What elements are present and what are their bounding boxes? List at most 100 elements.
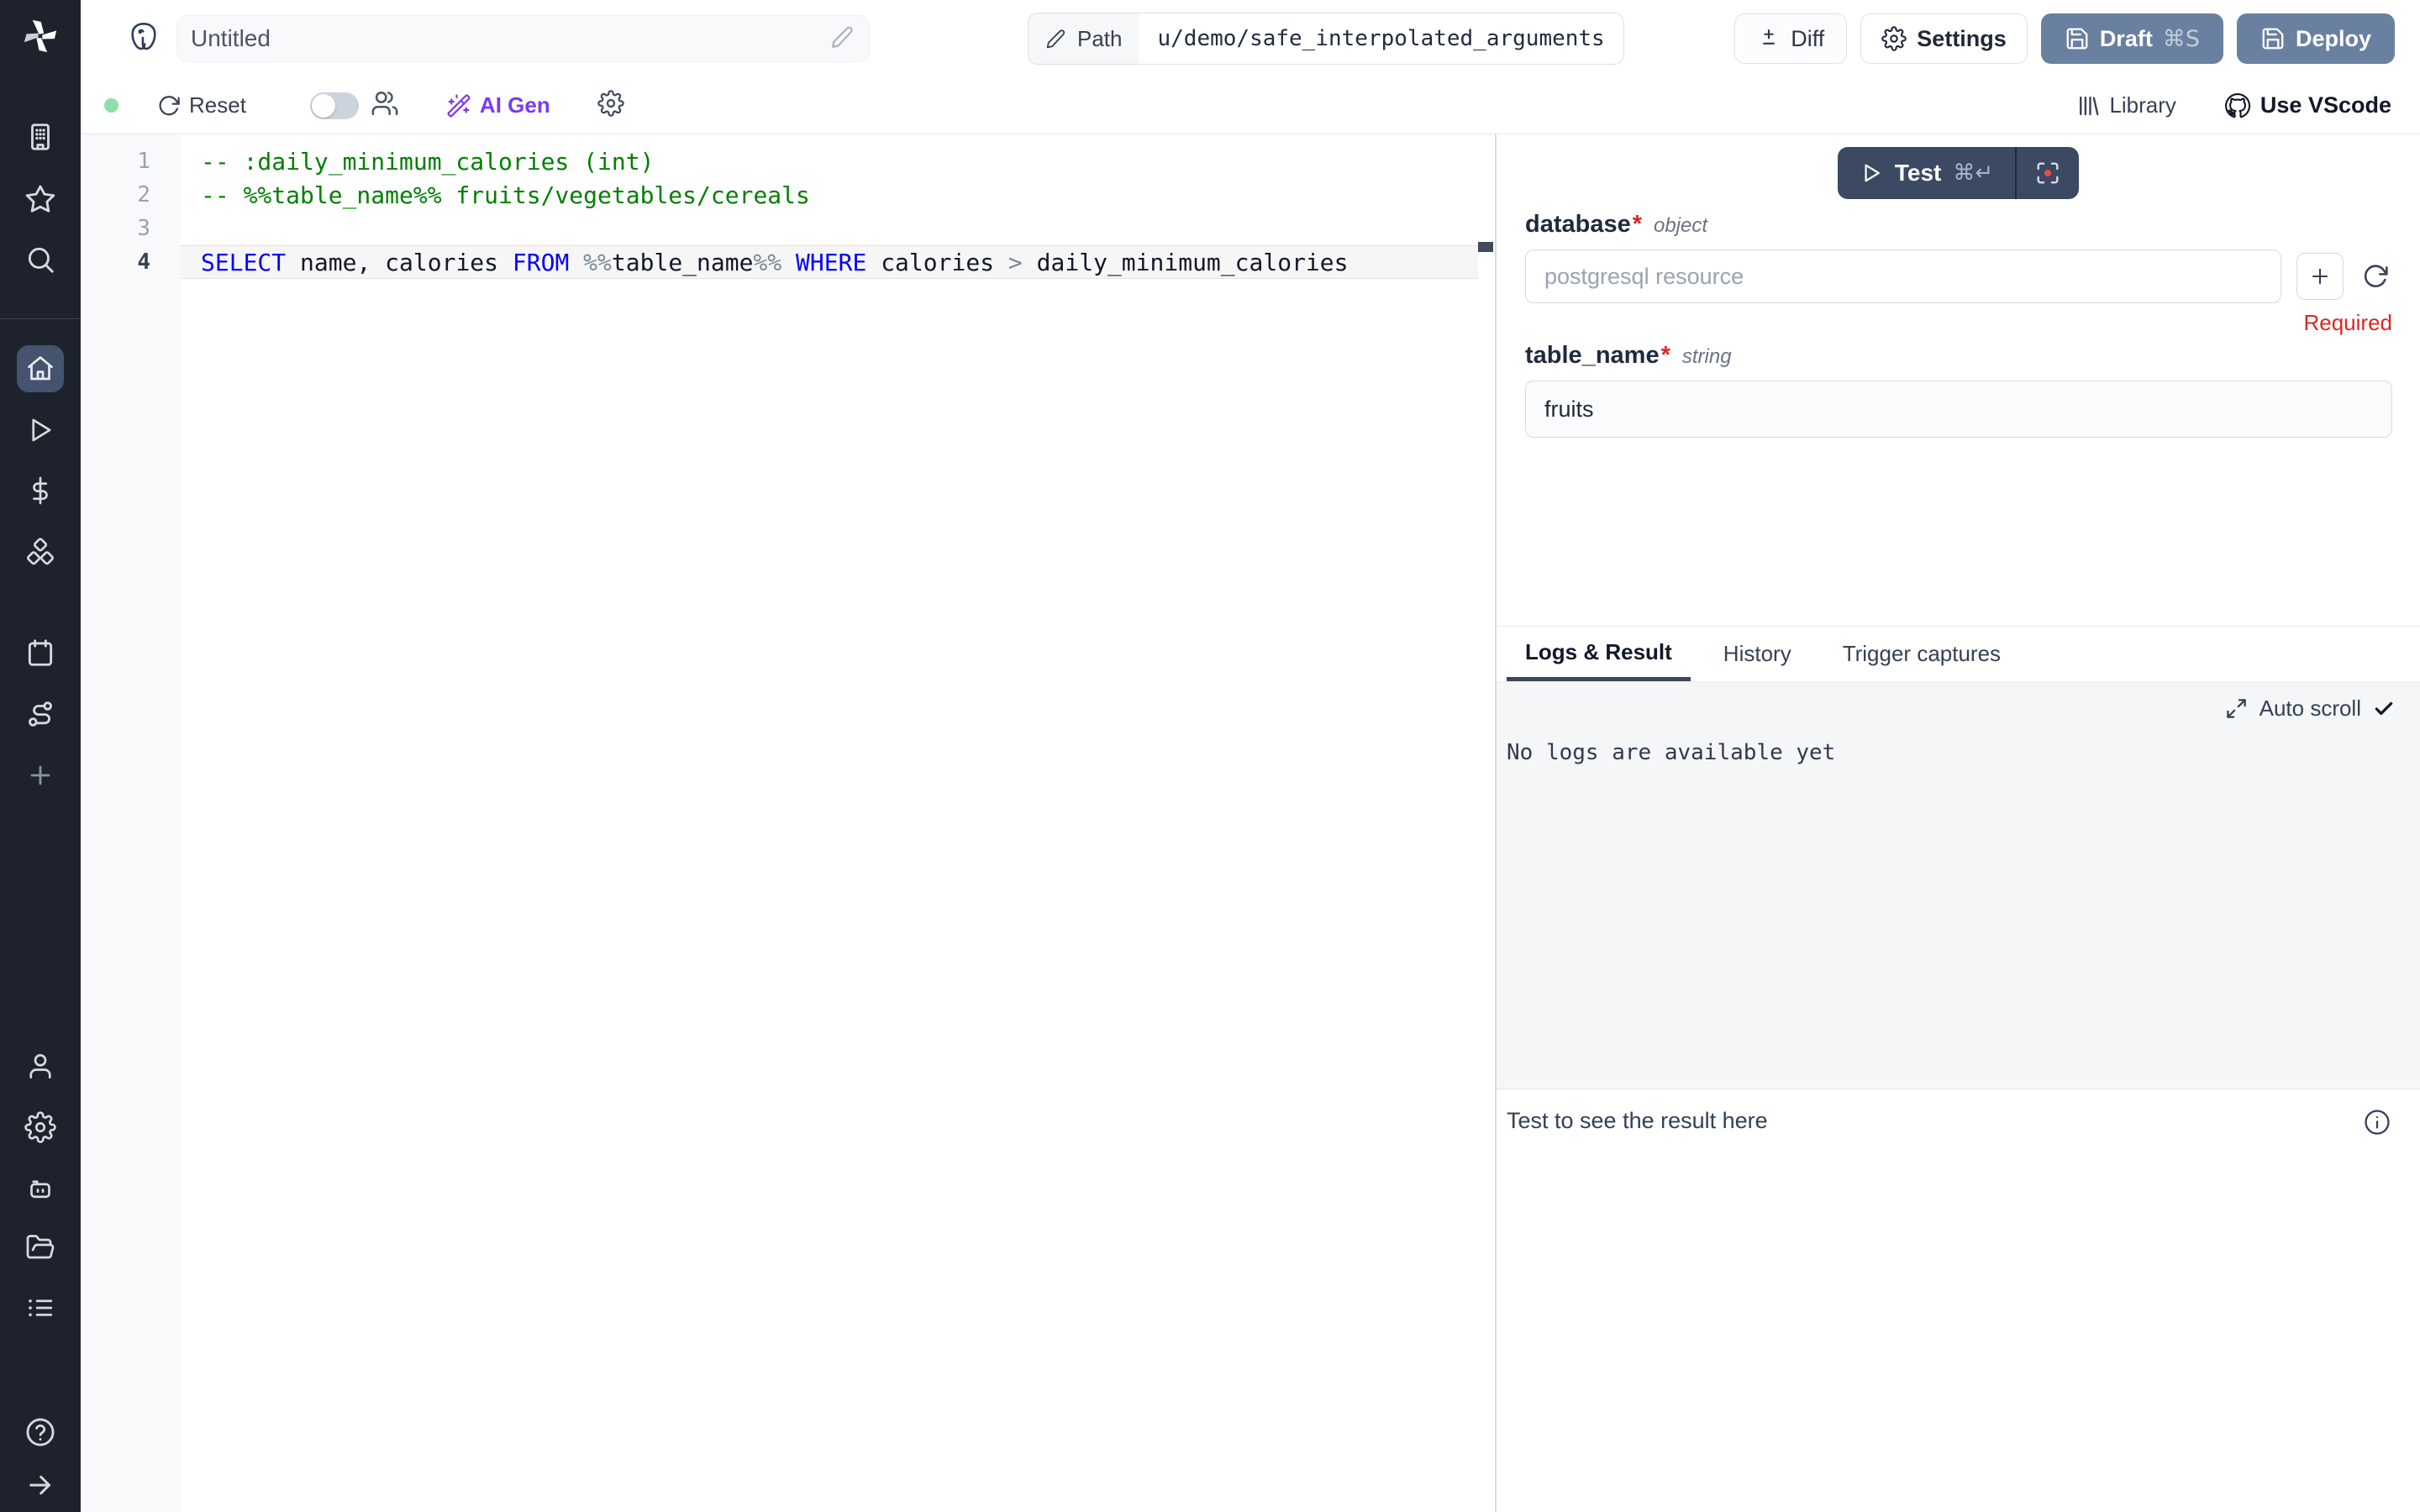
sidebar-add-button[interactable] — [26, 761, 55, 790]
play-icon — [25, 415, 55, 445]
folder-open-icon — [25, 1232, 55, 1263]
help-icon[interactable] — [24, 1416, 56, 1448]
routes-icon — [24, 698, 56, 730]
code-line-4-active[interactable]: 4 SELECT name, calories FROM %%table_nam… — [81, 245, 1495, 279]
tab-trigger-captures[interactable]: Trigger captures — [1824, 627, 2019, 681]
deploy-label: Deploy — [2296, 26, 2371, 52]
code-segment: %% — [753, 249, 781, 276]
path-label-segment[interactable]: Path — [1028, 13, 1139, 64]
diff-label: Diff — [1791, 26, 1824, 52]
database-required-hint: Required — [1525, 310, 2392, 333]
code-line-3[interactable]: 3 — [81, 212, 1495, 245]
use-vscode-button[interactable]: Use VScode — [2223, 92, 2391, 120]
sidebar-item-workers[interactable] — [25, 1173, 55, 1204]
code-segment — [569, 249, 583, 276]
sidebar-item-resources[interactable] — [24, 536, 56, 568]
cubes-icon — [24, 536, 56, 568]
plus-icon — [26, 761, 55, 790]
script-title-field[interactable]: Untitled — [176, 15, 870, 62]
toggle-knob — [312, 94, 335, 118]
sidebar-item-users[interactable] — [25, 1051, 55, 1081]
robot-icon — [25, 1173, 55, 1204]
library-button[interactable]: Library — [2075, 92, 2175, 118]
use-vscode-label: Use VScode — [2260, 92, 2391, 118]
github-icon — [2223, 92, 2252, 120]
code-line-1[interactable]: 1 -- :daily_minimum_calories (int) — [81, 144, 1495, 178]
left-sidebar — [0, 0, 81, 1512]
refresh-resources-button[interactable] — [2359, 260, 2392, 293]
code-lines: 1 -- :daily_minimum_calories (int) 2 -- … — [81, 134, 1495, 279]
code-segment: daily_minimum_calories — [1023, 249, 1349, 276]
code-segment: %% — [583, 249, 612, 276]
windmill-logo-icon[interactable] — [21, 17, 60, 55]
status-dot — [104, 98, 118, 113]
add-resource-button[interactable] — [2296, 253, 2344, 300]
dollar-icon — [25, 475, 55, 506]
workspace-building-icon[interactable] — [24, 121, 56, 153]
settings-button[interactable]: Settings — [1860, 13, 2028, 64]
table-name-input[interactable] — [1525, 381, 2392, 438]
code-segment: table_name — [612, 249, 754, 276]
diff-plus-minus-icon — [1757, 27, 1781, 50]
reset-button[interactable]: Reset — [157, 92, 246, 118]
gear-icon — [24, 1111, 56, 1143]
deploy-button[interactable]: Deploy — [2237, 13, 2395, 64]
collab-toggle[interactable] — [310, 92, 359, 119]
capture-button[interactable] — [2017, 147, 2079, 199]
tab-logs-result[interactable]: Logs & Result — [1507, 627, 1691, 681]
users-icon[interactable] — [371, 89, 399, 122]
auto-scroll-label: Auto scroll — [2260, 696, 2361, 722]
diff-button[interactable]: Diff — [1734, 13, 1847, 64]
play-icon — [1860, 161, 1883, 185]
sidebar-item-variables[interactable] — [25, 475, 55, 506]
path-field[interactable]: Path u/demo/safe_interpolated_arguments — [1028, 13, 1624, 65]
ai-gen-label: AI Gen — [480, 92, 550, 118]
sidebar-item-audit-logs[interactable] — [25, 1293, 55, 1323]
expand-sidebar-arrow-icon[interactable] — [25, 1470, 55, 1500]
sidebar-item-schedules[interactable] — [24, 637, 56, 669]
test-button[interactable]: Test ⌘↵ — [1838, 147, 2079, 199]
required-asterisk: * — [1633, 211, 1642, 238]
info-icon[interactable] — [2363, 1108, 2391, 1141]
script-title: Untitled — [191, 25, 830, 52]
settings-label: Settings — [1917, 26, 2007, 52]
sidebar-item-settings[interactable] — [24, 1111, 56, 1143]
result-tabs: Logs & Result History Trigger captures — [1497, 626, 2420, 682]
expand-logs-icon[interactable] — [2225, 697, 2248, 720]
reset-label: Reset — [189, 92, 246, 118]
logs-pane: Auto scroll No logs are available yet — [1497, 682, 2420, 1089]
save-icon — [2260, 26, 2286, 51]
favorites-star-icon[interactable] — [24, 183, 56, 215]
line-number: 3 — [81, 212, 181, 245]
sidebar-item-runs[interactable] — [25, 415, 55, 445]
code-editor[interactable]: 1 -- :daily_minimum_calories (int) 2 -- … — [81, 134, 1495, 1512]
draft-button[interactable]: Draft ⌘S — [2041, 13, 2223, 64]
top-bar: Untitled Path u/demo/safe_interpolated_a… — [81, 0, 2420, 77]
code-segment — [781, 249, 796, 276]
database-input[interactable] — [1525, 249, 2281, 303]
audit-list-icon — [25, 1293, 55, 1323]
search-icon[interactable] — [24, 244, 56, 276]
calendar-icon — [24, 637, 56, 669]
tab-history[interactable]: History — [1705, 627, 1810, 681]
sidebar-item-triggers[interactable] — [24, 698, 56, 730]
refresh-icon — [157, 94, 181, 118]
sidebar-item-folders[interactable] — [25, 1232, 55, 1263]
code-segment: calories — [866, 249, 1008, 276]
user-icon — [25, 1051, 55, 1081]
code-line-2[interactable]: 2 -- %%table_name%% fruits/vegetables/ce… — [81, 178, 1495, 212]
line-number: 1 — [81, 144, 181, 178]
ai-gen-button[interactable]: AI Gen — [446, 92, 550, 118]
library-icon — [2075, 93, 2101, 118]
sidebar-item-home[interactable] — [17, 345, 64, 392]
path-label: Path — [1077, 26, 1123, 52]
edit-title-pencil-icon[interactable] — [830, 24, 855, 54]
auto-scroll-check-icon[interactable] — [2373, 698, 2395, 720]
script-settings-gear-icon[interactable] — [597, 90, 624, 121]
code-segment: SELECT — [201, 249, 286, 276]
run-panel: Test ⌘↵ database* — [1495, 134, 2420, 1512]
database-field-label: database — [1525, 211, 1631, 238]
edit-path-pencil-icon — [1045, 28, 1067, 50]
code-segment: > — [1008, 249, 1023, 276]
line-number: 2 — [81, 178, 181, 212]
